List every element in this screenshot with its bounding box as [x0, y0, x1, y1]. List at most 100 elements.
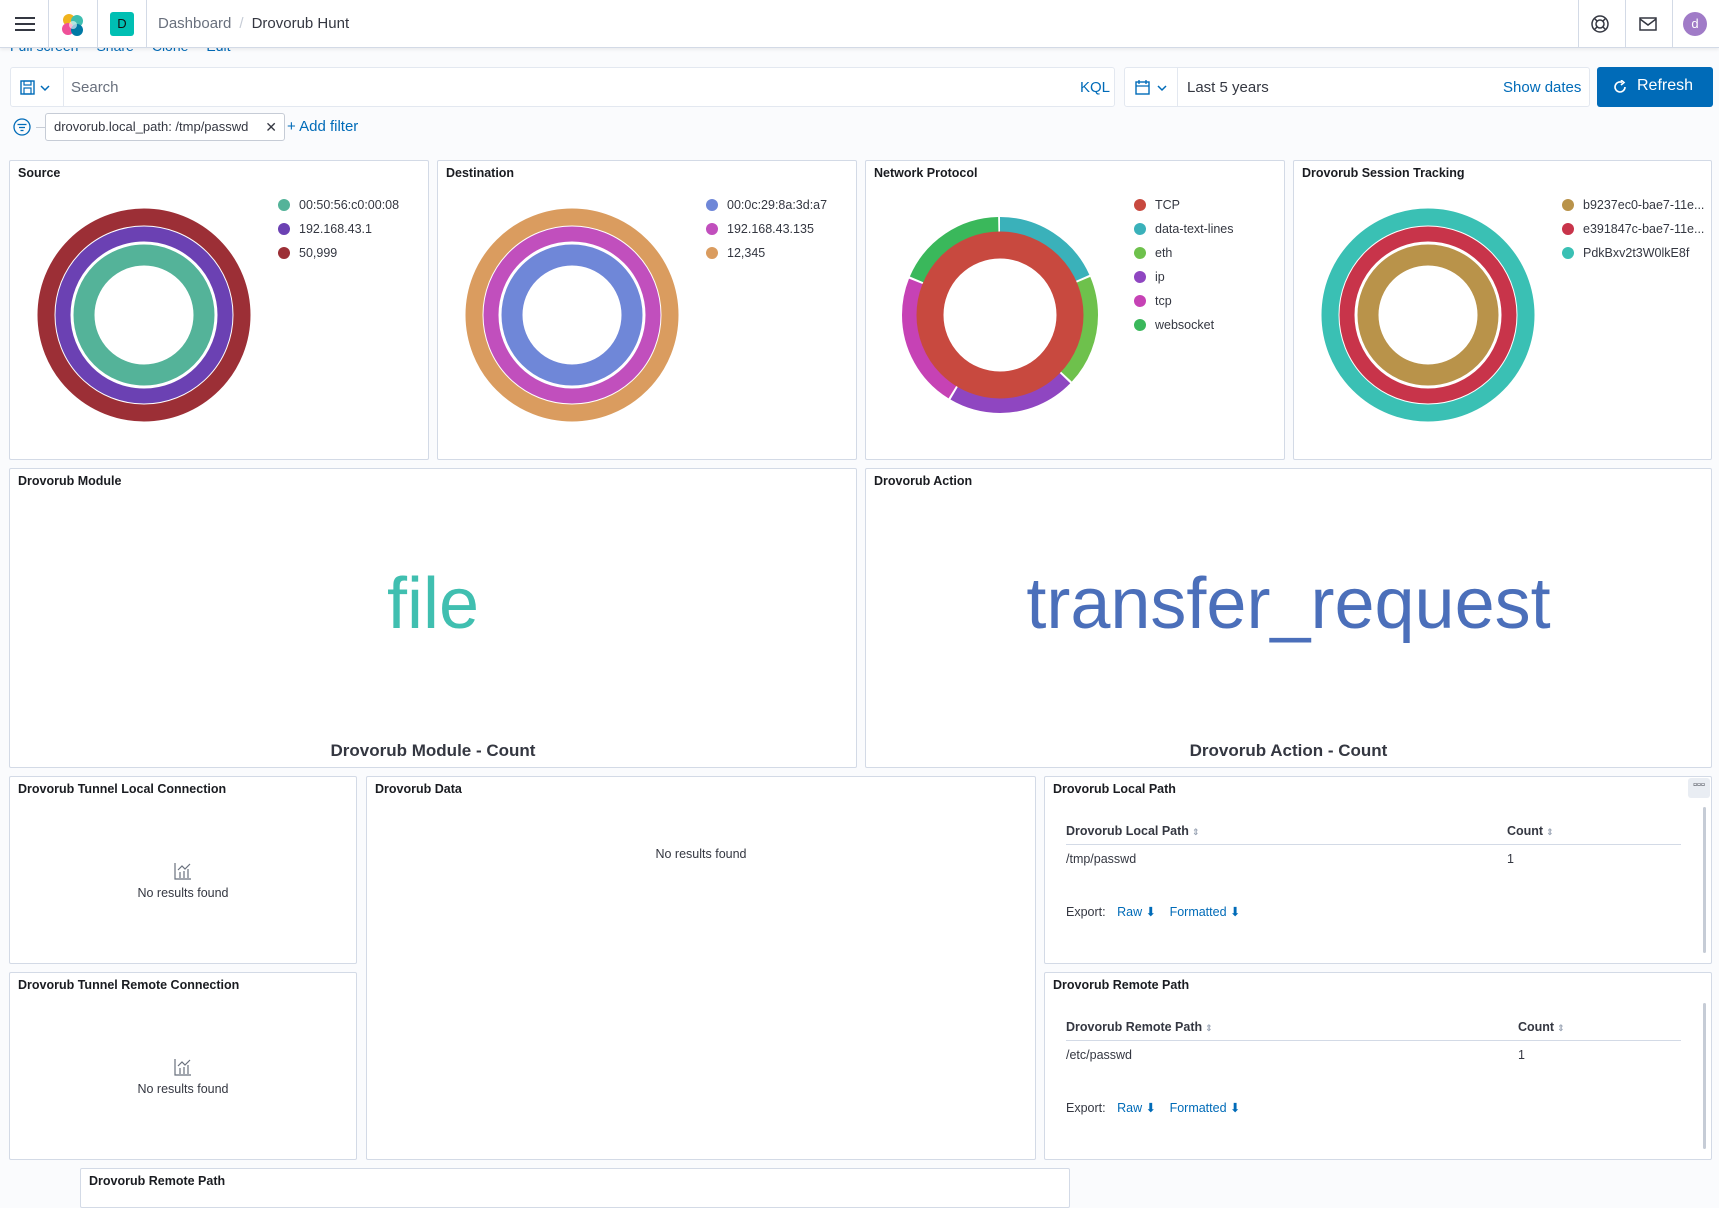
column-header[interactable]: Count ⇕ [1507, 824, 1554, 838]
add-filter-button[interactable]: + Add filter [287, 118, 358, 135]
divider [97, 0, 98, 48]
top-header: D Dashboard / Drovorub Hunt d [0, 0, 1719, 48]
legend: 00:0c:29:8a:3d:a7 192.168.43.135 12,345 [706, 193, 827, 265]
legend-label: ip [1155, 270, 1165, 284]
breadcrumb-separator: / [239, 15, 244, 32]
legend-label: 00:50:56:c0:00:08 [299, 198, 400, 212]
panel-title: Drovorub Tunnel Local Connection [18, 782, 227, 796]
no-results-text: No results found [137, 1082, 229, 1096]
scrollbar[interactable] [1703, 807, 1706, 953]
panel-tunnel-local: Drovorub Tunnel Local Connection No resu… [9, 776, 357, 964]
legend-item[interactable]: tcp [1134, 289, 1234, 313]
metric-label: Drovorub Action - Count [1189, 741, 1388, 760]
legend-item[interactable]: ip [1134, 265, 1234, 289]
panel-tunnel-remote: Drovorub Tunnel Remote Connection No res… [9, 972, 357, 1160]
download-icon: ⬇ [1145, 1101, 1157, 1115]
legend-item[interactable]: TCP [1134, 193, 1234, 217]
legend-dot [1134, 271, 1146, 283]
filter-pill[interactable]: drovorub.local_path: /tmp/passwd ✕ [45, 113, 285, 141]
session-donut-chart[interactable] [1318, 205, 1538, 425]
export-label: Export: [1066, 905, 1106, 919]
divider [48, 0, 49, 48]
no-results-text: No results found [655, 847, 747, 861]
table-cell: 1 [1507, 852, 1514, 866]
time-range[interactable]: Last 5 years [1187, 79, 1269, 96]
kql-toggle[interactable]: KQL [1080, 79, 1110, 96]
table-cell: /etc/passwd [1066, 1048, 1133, 1062]
metric-value: file [386, 564, 480, 644]
legend-item[interactable]: eth [1134, 241, 1234, 265]
legend-label: data-text-lines [1155, 222, 1234, 236]
legend-item[interactable]: 50,999 [278, 241, 399, 265]
legend-item[interactable]: 00:50:56:c0:00:08 [278, 193, 399, 217]
search-input[interactable] [71, 68, 1031, 106]
data-table: Drovorub Remote Path ⇕ Count ⇕ /etc/passwd… [1066, 1020, 1686, 1080]
legend-item[interactable]: websocket [1134, 313, 1234, 337]
legend-dot [1562, 247, 1574, 259]
legend-dot [706, 223, 718, 235]
scrollbar[interactable] [1703, 1003, 1706, 1149]
breadcrumb-dashboard[interactable]: Dashboard [158, 15, 231, 32]
legend: b9237ec0-bae7-11e... e391847c-bae7-11e..… [1562, 193, 1704, 265]
export-formatted-link[interactable]: Formatted ⬇ [1170, 905, 1241, 919]
panel-title: Drovorub Tunnel Remote Connection [18, 978, 240, 992]
legend-dot [706, 199, 718, 211]
export-formatted-label: Formatted [1169, 1101, 1227, 1115]
user-avatar[interactable]: d [1683, 12, 1707, 36]
panel-title: Destination [446, 166, 515, 180]
filter-options-icon[interactable] [12, 117, 32, 137]
export-raw-link[interactable]: Raw ⬇ [1117, 905, 1156, 919]
destination-donut-chart[interactable] [462, 205, 682, 425]
calendar-icon [1135, 80, 1167, 95]
sort-icon: ⇕ [1557, 1023, 1565, 1033]
visualization-icon [174, 863, 191, 880]
source-donut-chart[interactable] [34, 205, 254, 425]
breadcrumb: Dashboard / Drovorub Hunt [158, 15, 349, 32]
refresh-button[interactable]: Refresh [1597, 67, 1713, 107]
table-cell: /tmp/passwd [1066, 852, 1137, 866]
divider [1066, 844, 1681, 845]
menu-icon[interactable] [13, 14, 37, 34]
download-icon: ⬇ [1145, 905, 1157, 919]
legend-item[interactable]: data-text-lines [1134, 217, 1234, 241]
export-raw-link[interactable]: Raw ⬇ [1117, 1101, 1156, 1115]
empty-state: No results found [10, 862, 356, 900]
sort-icon: ⇕ [1205, 1023, 1213, 1033]
legend-label: e391847c-bae7-11e... [1583, 222, 1705, 236]
kibana-logo[interactable] [60, 12, 86, 38]
legend-item[interactable]: PdkBxv2t3W0lkE8f [1562, 241, 1704, 265]
mail-icon[interactable] [1638, 14, 1658, 34]
column-header-label: Drovorub Local Path [1066, 824, 1189, 838]
help-icon[interactable] [1590, 14, 1610, 34]
protocol-donut-chart[interactable] [890, 205, 1110, 425]
sort-icon: ⇕ [1191, 827, 1200, 837]
export-formatted-label: Formatted [1169, 905, 1227, 919]
column-header[interactable]: Drovorub Local Path ⇕ [1066, 824, 1199, 838]
legend-item[interactable]: 12,345 [706, 241, 827, 265]
legend-item[interactable]: 00:0c:29:8a:3d:a7 [706, 193, 827, 217]
show-dates-link[interactable]: Show dates [1503, 79, 1581, 96]
column-header[interactable]: Count ⇕ [1518, 1020, 1565, 1034]
legend: TCP data-text-lines eth ip tcp websocket [1134, 193, 1234, 337]
column-header-label: Count [1507, 824, 1544, 838]
export-formatted-link[interactable]: Formatted ⬇ [1170, 1101, 1241, 1115]
legend-dot [1134, 319, 1146, 331]
quick-select-button[interactable] [1125, 68, 1178, 106]
space-avatar[interactable]: D [110, 12, 134, 36]
legend-item[interactable]: 192.168.43.135 [706, 217, 827, 241]
panel-options-button[interactable]: ▫▫▫ [1688, 778, 1710, 798]
legend-item[interactable]: b9237ec0-bae7-11e... [1562, 193, 1704, 217]
divider [1066, 1040, 1681, 1041]
legend-label: TCP [1155, 198, 1180, 212]
legend-item[interactable]: 192.168.43.1 [278, 217, 399, 241]
panel-title: Drovorub Remote Path [1053, 978, 1190, 992]
close-icon[interactable]: ✕ [265, 114, 277, 140]
panel-drovorub-action: Drovorub Action transfer_request Drovoru… [865, 468, 1712, 768]
panel-remote-path-2: Drovorub Remote Path [80, 1168, 1070, 1208]
column-header[interactable]: Drovorub Remote Path ⇕ [1066, 1020, 1213, 1034]
legend-item[interactable]: e391847c-bae7-11e... [1562, 217, 1704, 241]
panel-title: Drovorub Action [874, 474, 973, 488]
saved-query-button[interactable] [11, 68, 64, 106]
panel-local-path: Drovorub Local Path ▫▫▫ Drovorub Local P… [1044, 776, 1712, 964]
export-raw-label: Raw [1117, 1101, 1143, 1115]
